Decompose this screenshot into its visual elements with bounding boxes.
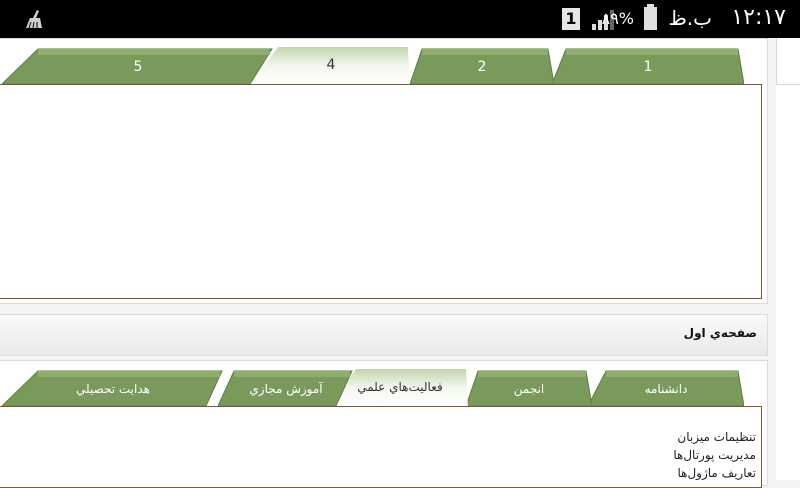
rail-box — [776, 38, 800, 85]
tab-1[interactable]: 1 — [552, 48, 744, 84]
sim-icon: 1 — [562, 8, 580, 30]
admin-menu: تنظيمات ميزبان مديريت پورتال‌ها تعاريف م… — [673, 428, 756, 482]
clean-icon[interactable] — [22, 8, 44, 30]
tab-virtual-education[interactable]: آموزش مجازي — [218, 370, 354, 406]
tab-2[interactable]: 2 — [410, 48, 554, 84]
section-title: صفحه‌ي اول — [683, 326, 757, 340]
tab-4[interactable]: 4 — [250, 46, 412, 86]
tab-label: 2 — [477, 59, 487, 75]
am-pm-label: ب.ظ — [668, 6, 712, 30]
tab-label: انجمن — [513, 382, 545, 396]
battery-icon — [644, 4, 657, 30]
clock: ١٢:١٧ — [731, 5, 786, 30]
status-bar: 1 ٨٩% ب.ظ ١٢:١٧ — [0, 0, 800, 38]
menu-item-portal-management[interactable]: مديريت پورتال‌ها — [673, 446, 756, 464]
tab-label: فعاليت‌هاي علمي — [357, 380, 443, 394]
top-tab-content — [0, 84, 762, 299]
bottom-tab-content — [0, 406, 762, 488]
tab-label: 5 — [133, 59, 143, 75]
tab-label: 1 — [643, 59, 653, 75]
tab-forum[interactable]: انجمن — [466, 370, 592, 406]
tab-label: هدايت تحصيلي — [76, 382, 150, 396]
tab-label: دانشنامه — [644, 382, 688, 396]
right-rail — [776, 38, 800, 480]
tab-5[interactable]: 5 — [2, 48, 274, 84]
tab-label: آموزش مجازي — [249, 382, 323, 396]
tab-encyclopedia[interactable]: دانشنامه — [588, 370, 744, 406]
tab-academic-guidance[interactable]: هدايت تحصيلي — [2, 370, 224, 406]
menu-item-module-definitions[interactable]: تعاريف ماژول‌ها — [673, 464, 756, 482]
battery-percent: ٨٩% — [601, 9, 634, 28]
menu-item-host-settings[interactable]: تنظيمات ميزبان — [673, 428, 756, 446]
section-header: صفحه‌ي اول — [0, 314, 768, 356]
tab-label: 4 — [326, 57, 336, 73]
